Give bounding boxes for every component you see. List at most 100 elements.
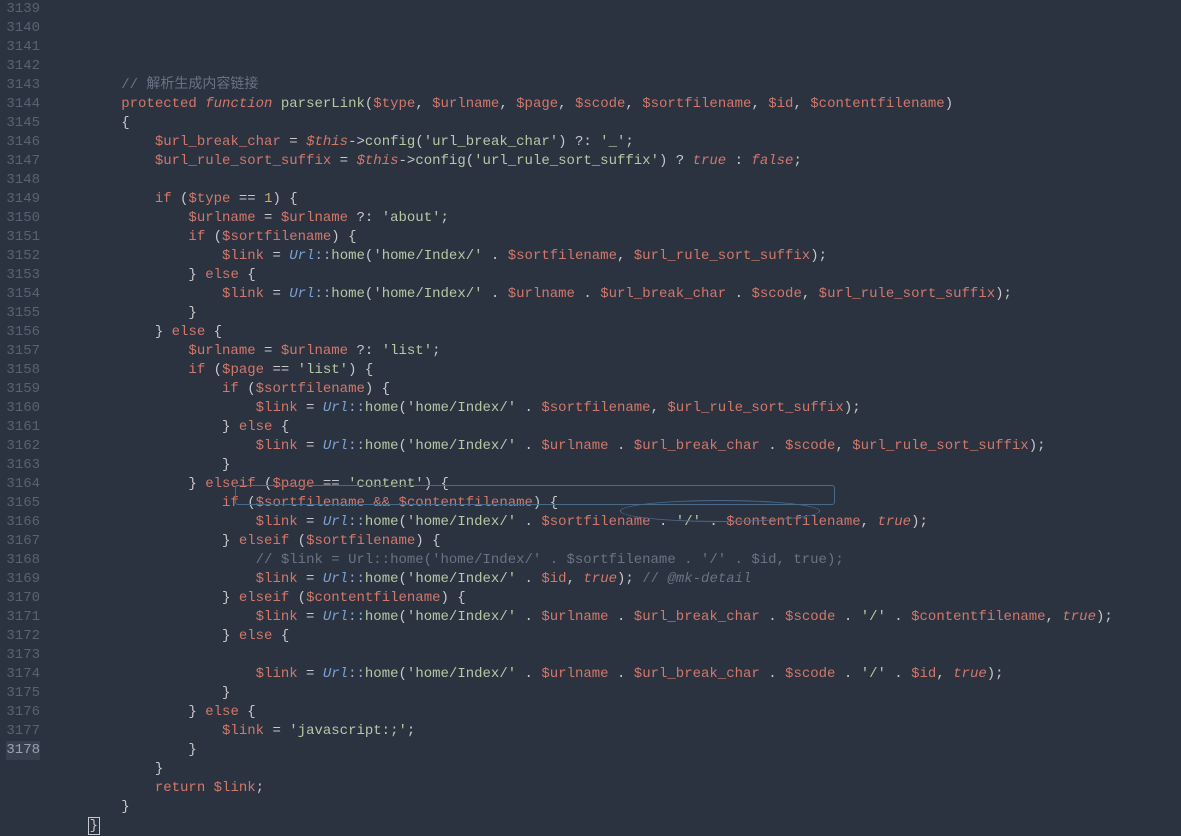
token: else [205, 267, 239, 283]
code-line[interactable]: } [54, 741, 1181, 760]
code-line[interactable]: protected function parserLink($type, $ur… [54, 95, 1181, 114]
token: = [298, 571, 323, 587]
code-line[interactable]: $link = 'javascript:;'; [54, 722, 1181, 741]
line-number: 3143 [6, 76, 40, 95]
token: , [415, 96, 432, 112]
code-line[interactable]: } [54, 760, 1181, 779]
token: Url [323, 666, 348, 682]
code-line[interactable]: $urlname = $urlname ?: 'list'; [54, 342, 1181, 361]
code-line[interactable]: $url_break_char = $this->config('url_bre… [54, 133, 1181, 152]
token: } [222, 628, 239, 644]
code-line[interactable]: { [54, 114, 1181, 133]
token: function [205, 96, 272, 112]
token: else [172, 324, 206, 340]
token: home [365, 400, 399, 416]
code-line[interactable]: } [54, 684, 1181, 703]
line-number: 3141 [6, 38, 40, 57]
code-line[interactable] [54, 646, 1181, 665]
code-line[interactable]: } elseif ($sortfilename) { [54, 532, 1181, 551]
code-line[interactable]: $link = Url::home('home/Index/' . $urlna… [54, 285, 1181, 304]
code-line[interactable]: } [54, 817, 1181, 836]
line-number: 3148 [6, 171, 40, 190]
token: $page [516, 96, 558, 112]
code-line[interactable]: $link = Url::home('home/Index/' . $id, t… [54, 570, 1181, 589]
token: ) { [272, 191, 297, 207]
code-line[interactable]: } else { [54, 418, 1181, 437]
code-line[interactable]: } [54, 798, 1181, 817]
token: } [88, 817, 100, 835]
token: . [609, 609, 634, 625]
token: $url_rule_sort_suffix [634, 248, 810, 264]
code-line[interactable]: } [54, 304, 1181, 323]
code-line[interactable]: if ($page == 'list') { [54, 361, 1181, 380]
line-number: 3161 [6, 418, 40, 437]
token: $url_rule_sort_suffix [667, 400, 843, 416]
token: home [365, 438, 399, 454]
code-line[interactable]: $urlname = $urlname ?: 'about'; [54, 209, 1181, 228]
code-line[interactable]: } else { [54, 266, 1181, 285]
token: $urlname [432, 96, 499, 112]
code-line[interactable]: } elseif ($page == 'content') { [54, 475, 1181, 494]
token: 'about' [382, 210, 441, 226]
code-line[interactable]: $link = Url::home('home/Index/' . $urlna… [54, 437, 1181, 456]
token [197, 96, 205, 112]
token: else [239, 628, 273, 644]
token: . [516, 514, 541, 530]
code-line[interactable] [54, 171, 1181, 190]
line-number: 3177 [6, 722, 40, 741]
line-number: 3155 [6, 304, 40, 323]
code-editor[interactable]: 3139314031413142314331443145314631473148… [0, 0, 1181, 787]
code-area[interactable]: // 解析生成内容链接 protected function parserLin… [50, 0, 1181, 787]
code-line[interactable]: } else { [54, 323, 1181, 342]
code-line[interactable]: if ($sortfilename && $contentfilename) { [54, 494, 1181, 513]
code-line[interactable]: // 解析生成内容链接 [54, 76, 1181, 95]
token: 'javascript:;' [289, 723, 407, 739]
code-line[interactable]: $link = Url::home('home/Index/' . $sortf… [54, 247, 1181, 266]
code-line[interactable]: // $link = Url::home('home/Index/' . $so… [54, 551, 1181, 570]
token: $contentfilename [399, 495, 533, 511]
token: 'url_rule_sort_suffix' [474, 153, 659, 169]
token: $link [222, 286, 264, 302]
token: if [222, 495, 239, 511]
token: if [188, 362, 205, 378]
code-line[interactable]: } elseif ($contentfilename) { [54, 589, 1181, 608]
code-line[interactable]: if ($sortfilename) { [54, 380, 1181, 399]
token: 'home/Index/' [373, 248, 482, 264]
token: . [483, 286, 508, 302]
token [205, 780, 213, 796]
code-line[interactable]: if ($type == 1) { [54, 190, 1181, 209]
token: $link [222, 248, 264, 264]
code-line[interactable]: } else { [54, 627, 1181, 646]
token: config [415, 153, 465, 169]
token: $link [256, 666, 298, 682]
token: $sortfilename [508, 248, 617, 264]
token: $type [188, 191, 230, 207]
token: ( [399, 400, 407, 416]
code-line[interactable]: $link = Url::home('home/Index/' . $urlna… [54, 665, 1181, 684]
token: . [760, 609, 785, 625]
code-line[interactable]: } [54, 456, 1181, 475]
code-line[interactable]: if ($sortfilename) { [54, 228, 1181, 247]
token: , [567, 571, 584, 587]
token: ); [1029, 438, 1046, 454]
token: true [583, 571, 617, 587]
line-number: 3152 [6, 247, 40, 266]
token: 'home/Index/' [407, 438, 516, 454]
code-line[interactable]: $link = Url::home('home/Index/' . $urlna… [54, 608, 1181, 627]
token: . [516, 571, 541, 587]
token: ( [205, 229, 222, 245]
token: if [222, 381, 239, 397]
token: $link [214, 780, 256, 796]
token: ( [415, 134, 423, 150]
token: // [256, 552, 281, 568]
token: = [298, 400, 323, 416]
code-line[interactable]: $link = Url::home('home/Index/' . $sortf… [54, 513, 1181, 532]
token: ); [617, 571, 642, 587]
code-line[interactable]: } else { [54, 703, 1181, 722]
code-line[interactable]: $link = Url::home('home/Index/' . $sortf… [54, 399, 1181, 418]
code-line[interactable]: return $link; [54, 779, 1181, 798]
code-line[interactable]: $url_rule_sort_suffix = $this->config('u… [54, 152, 1181, 171]
line-number: 3166 [6, 513, 40, 532]
token: $sortfilename [306, 533, 415, 549]
token: = [264, 286, 289, 302]
